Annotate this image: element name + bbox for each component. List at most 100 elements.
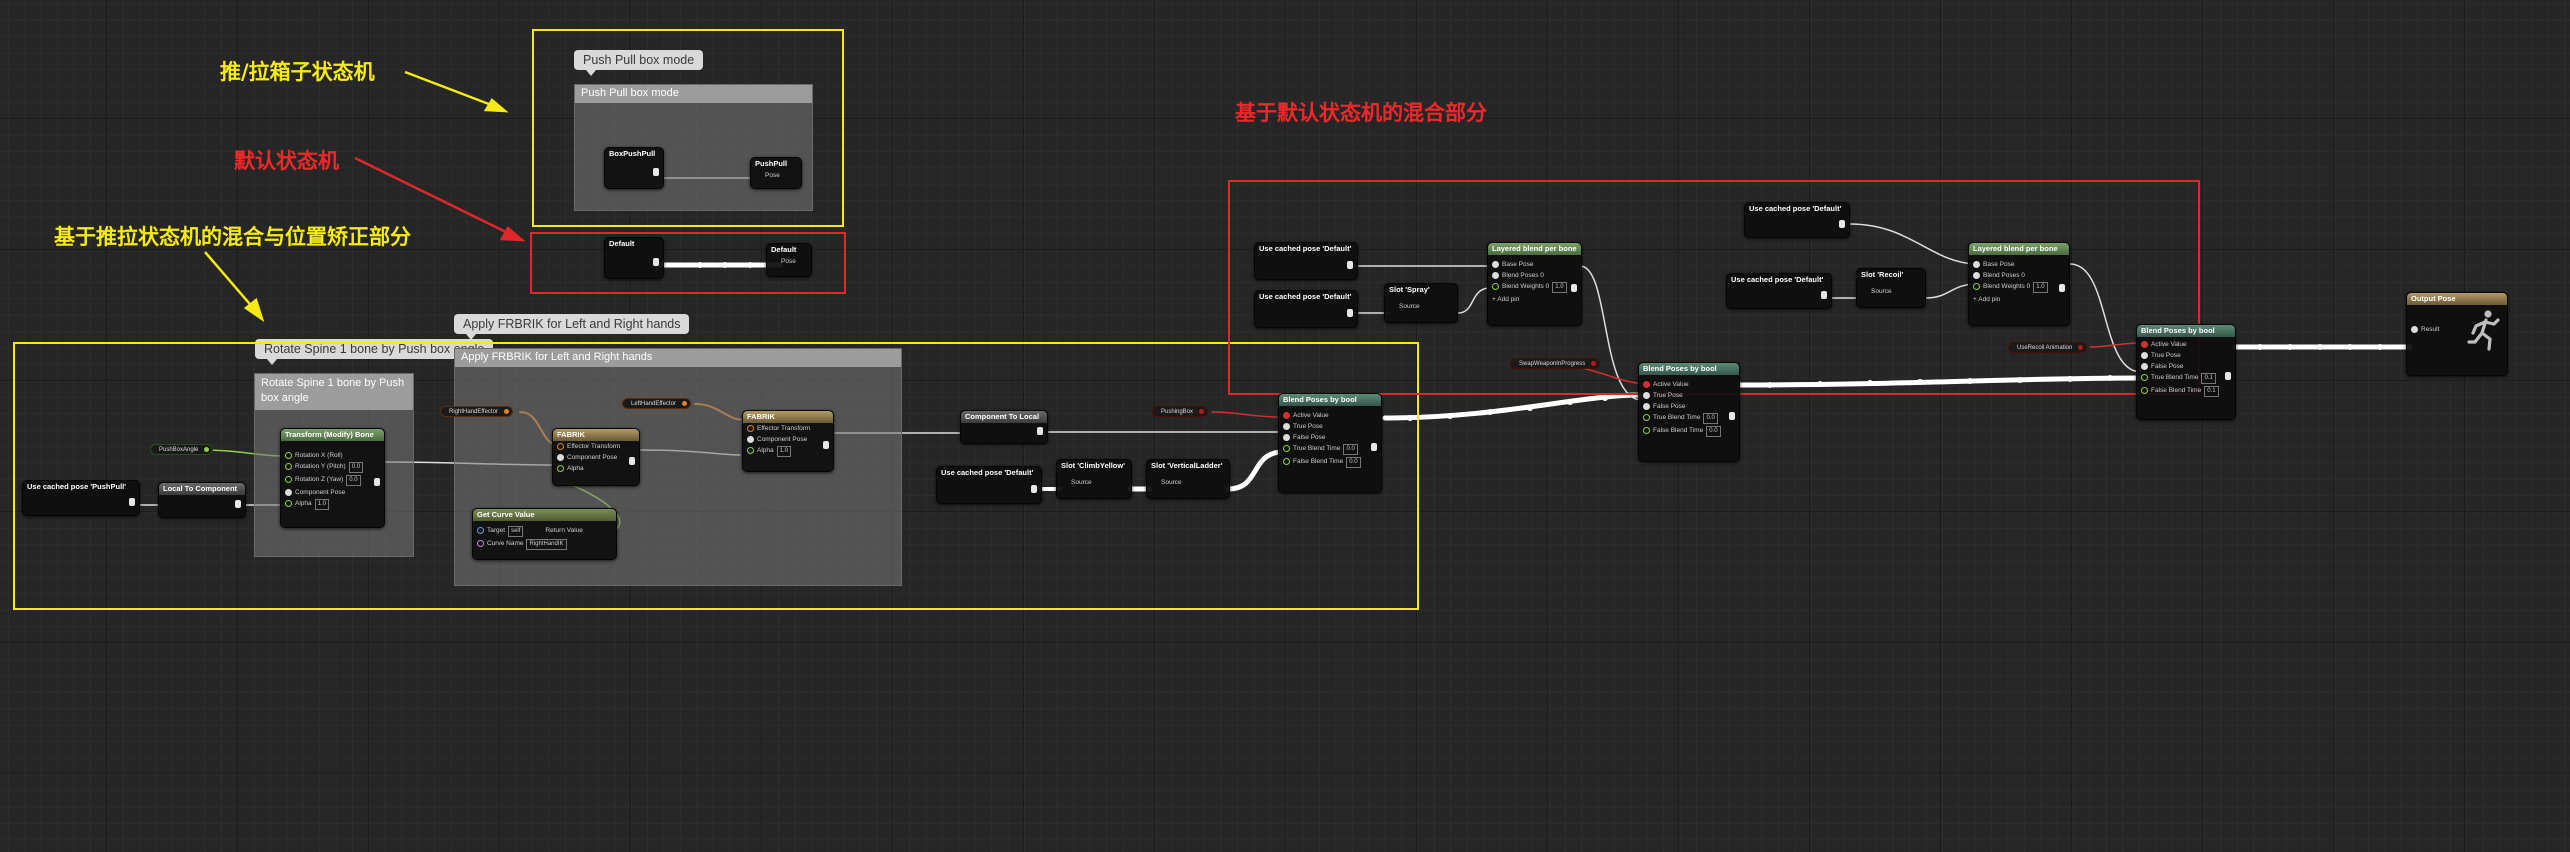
- blend-bool-2-node[interactable]: Blend Poses by bool Active Value True Po…: [1638, 362, 1740, 462]
- cached-default-2-node[interactable]: Use cached pose 'Default': [1254, 290, 1358, 328]
- cached-default-4-node[interactable]: Use cached pose 'Default': [1726, 273, 1832, 309]
- blend-bool-1-node[interactable]: Blend Poses by bool Active Value True Po…: [1278, 393, 1382, 493]
- output-pose-pin[interactable]: [1821, 291, 1827, 299]
- source-pin[interactable]: Source: [1057, 472, 1131, 488]
- cached-default-left-node[interactable]: Use cached pose 'Default': [936, 466, 1042, 504]
- fabrik-1-node[interactable]: FABRIK Effector Transform Component Pose…: [552, 428, 640, 486]
- true-blend-time-pin[interactable]: True Blend Time 0.1: [2137, 372, 2235, 385]
- node-title: Slot 'Recoil': [1861, 270, 1904, 279]
- node-title: PushPull: [755, 159, 788, 168]
- transform-bone-node[interactable]: Transform (Modify) Bone Rotation X (Roll…: [280, 428, 385, 528]
- false-blend-time-pin[interactable]: False Blend Time 0.0: [1279, 456, 1381, 469]
- effector-transform-pin[interactable]: Effector Transform: [553, 441, 639, 452]
- active-value-pin[interactable]: Active Value: [1279, 410, 1381, 421]
- false-blend-time-pin[interactable]: False Blend Time 0.1: [2137, 385, 2235, 398]
- output-pose-pin[interactable]: [1729, 412, 1735, 420]
- pushing-box-getter[interactable]: PushingBox: [1152, 406, 1209, 417]
- slot-vertical-node[interactable]: Slot 'VerticalLadder' Source: [1146, 459, 1230, 499]
- node-title: Layered blend per bone: [1488, 243, 1581, 255]
- component-pose-pin[interactable]: Component Pose: [281, 487, 384, 498]
- output-pose-node[interactable]: Output Pose Result: [2406, 292, 2508, 376]
- true-pose-pin[interactable]: True Pose: [1639, 390, 1739, 401]
- false-blend-time-pin[interactable]: False Blend Time 0.0: [1639, 425, 1739, 438]
- blend-weights-pin[interactable]: Blend Weights 0 1.0: [1969, 281, 2069, 294]
- layered-blend-2-node[interactable]: Layered blend per bone Base Pose Blend P…: [1968, 242, 2070, 326]
- output-pose-pin[interactable]: [1031, 485, 1037, 493]
- output-pose-pin[interactable]: [823, 441, 829, 449]
- wire-blend1-to-blend2: [1382, 392, 1643, 421]
- base-pose-pin[interactable]: Base Pose: [1969, 259, 2069, 270]
- default-sm-node[interactable]: Default: [604, 237, 664, 279]
- source-pin[interactable]: Source: [1147, 472, 1229, 488]
- effector-transform-pin[interactable]: Effector Transform: [743, 423, 833, 434]
- blend-bool-3-node[interactable]: Blend Poses by bool Active Value True Po…: [2136, 324, 2236, 420]
- local-to-component-node[interactable]: Local To Component: [158, 482, 246, 518]
- blend-poses-pin[interactable]: Blend Poses 0: [1488, 270, 1581, 281]
- output-pose-pin[interactable]: [1371, 443, 1377, 451]
- push-pull-frame: [532, 29, 844, 227]
- output-pose-pin[interactable]: [653, 168, 659, 176]
- layered-blend-1-node[interactable]: Layered blend per bone Base Pose Blend P…: [1487, 242, 1582, 326]
- false-pose-pin[interactable]: False Pose: [2137, 361, 2235, 372]
- output-pose-pin[interactable]: [235, 500, 241, 508]
- true-pose-pin[interactable]: True Pose: [2137, 350, 2235, 361]
- cached-pushpull-node[interactable]: Use cached pose 'PushPull': [22, 480, 140, 516]
- alpha-pin[interactable]: Alpha 1.0: [743, 445, 833, 458]
- swap-weapon-getter[interactable]: SwapWeaponInProgress: [1510, 358, 1601, 369]
- output-pose-pin[interactable]: [1037, 427, 1043, 435]
- false-pose-pin[interactable]: False Pose: [1639, 401, 1739, 412]
- use-recoil-getter[interactable]: UseRecoil Animation: [2008, 342, 2088, 353]
- active-value-pin[interactable]: Active Value: [2137, 339, 2235, 350]
- source-pin[interactable]: Source: [1857, 281, 1925, 297]
- output-pose-pin[interactable]: [1571, 284, 1577, 292]
- output-pose-pin[interactable]: [629, 457, 635, 465]
- rotation-z-pin[interactable]: Rotation Z (Yaw) 0.0: [281, 474, 384, 487]
- output-pose-pin[interactable]: [129, 498, 135, 506]
- add-pin[interactable]: + Add pin: [1969, 294, 2069, 305]
- slot-recoil-node[interactable]: Slot 'Recoil' Source: [1856, 268, 1926, 308]
- boxpushpull-node[interactable]: BoxPushPull: [604, 147, 664, 189]
- slot-spray-node[interactable]: Slot 'Spray' Source: [1384, 283, 1458, 323]
- base-pose-pin[interactable]: Base Pose: [1488, 259, 1581, 270]
- component-pose-pin[interactable]: Component Pose: [553, 452, 639, 463]
- pushpull-node[interactable]: PushPull Pose: [750, 157, 802, 189]
- slot-climb-node[interactable]: Slot 'ClimbYellow' Source: [1056, 459, 1132, 499]
- default-out-node[interactable]: Default Pose: [766, 243, 812, 277]
- left-hand-effector-getter[interactable]: LeftHandEffector: [622, 398, 691, 409]
- component-to-local-node[interactable]: Component To Local: [960, 410, 1048, 444]
- pose-pin[interactable]: Pose: [751, 170, 801, 181]
- blend-weights-pin[interactable]: Blend Weights 0 1.0: [1488, 281, 1581, 294]
- rotation-x-pin[interactable]: Rotation X (Roll): [281, 450, 384, 461]
- curve-name-pin[interactable]: Curve Name RightHandIK: [473, 538, 616, 551]
- cached-default-1-node[interactable]: Use cached pose 'Default': [1254, 242, 1358, 280]
- source-pin[interactable]: Source: [1385, 296, 1457, 312]
- output-pose-pin[interactable]: [653, 258, 659, 266]
- pose-pin[interactable]: Pose: [767, 256, 811, 267]
- fabrik-2-node[interactable]: FABRIK Effector Transform Component Pose…: [742, 410, 834, 472]
- output-pose-pin[interactable]: [374, 478, 380, 486]
- active-value-pin[interactable]: Active Value: [1639, 379, 1739, 390]
- true-blend-time-pin[interactable]: True Blend Time 0.0: [1639, 412, 1739, 425]
- rotation-y-pin[interactable]: Rotation Y (Pitch) 0.0: [281, 461, 384, 474]
- output-pose-pin[interactable]: [1347, 309, 1353, 317]
- blend-poses-pin[interactable]: Blend Poses 0: [1969, 270, 2069, 281]
- cached-default-3-node[interactable]: Use cached pose 'Default': [1744, 202, 1850, 238]
- output-pose-pin[interactable]: [1347, 261, 1353, 269]
- node-title: Use cached pose 'PushPull': [27, 482, 127, 491]
- output-pose-pin[interactable]: [1839, 220, 1845, 228]
- true-blend-time-pin[interactable]: True Blend Time 0.0: [1279, 443, 1381, 456]
- output-pose-pin[interactable]: [2059, 284, 2065, 292]
- output-pose-pin[interactable]: [2225, 372, 2231, 380]
- right-hand-effector-getter[interactable]: RightHandEffector: [440, 406, 513, 417]
- alpha-pin[interactable]: Alpha 1.0: [281, 498, 384, 511]
- running-figure-icon: [2467, 310, 2500, 351]
- alpha-pin[interactable]: Alpha: [553, 463, 639, 474]
- node-title: Blend Poses by bool: [2137, 325, 2235, 337]
- push-box-angle-getter[interactable]: PushBoxAngle: [150, 444, 214, 455]
- target-pin[interactable]: Target self Return Value: [473, 525, 616, 538]
- add-pin[interactable]: + Add pin: [1488, 294, 1581, 305]
- true-pose-pin[interactable]: True Pose: [1279, 421, 1381, 432]
- false-pose-pin[interactable]: False Pose: [1279, 432, 1381, 443]
- get-curve-value-node[interactable]: Get Curve Value Target self Return Value C…: [472, 508, 617, 560]
- component-pose-pin[interactable]: Component Pose: [743, 434, 833, 445]
